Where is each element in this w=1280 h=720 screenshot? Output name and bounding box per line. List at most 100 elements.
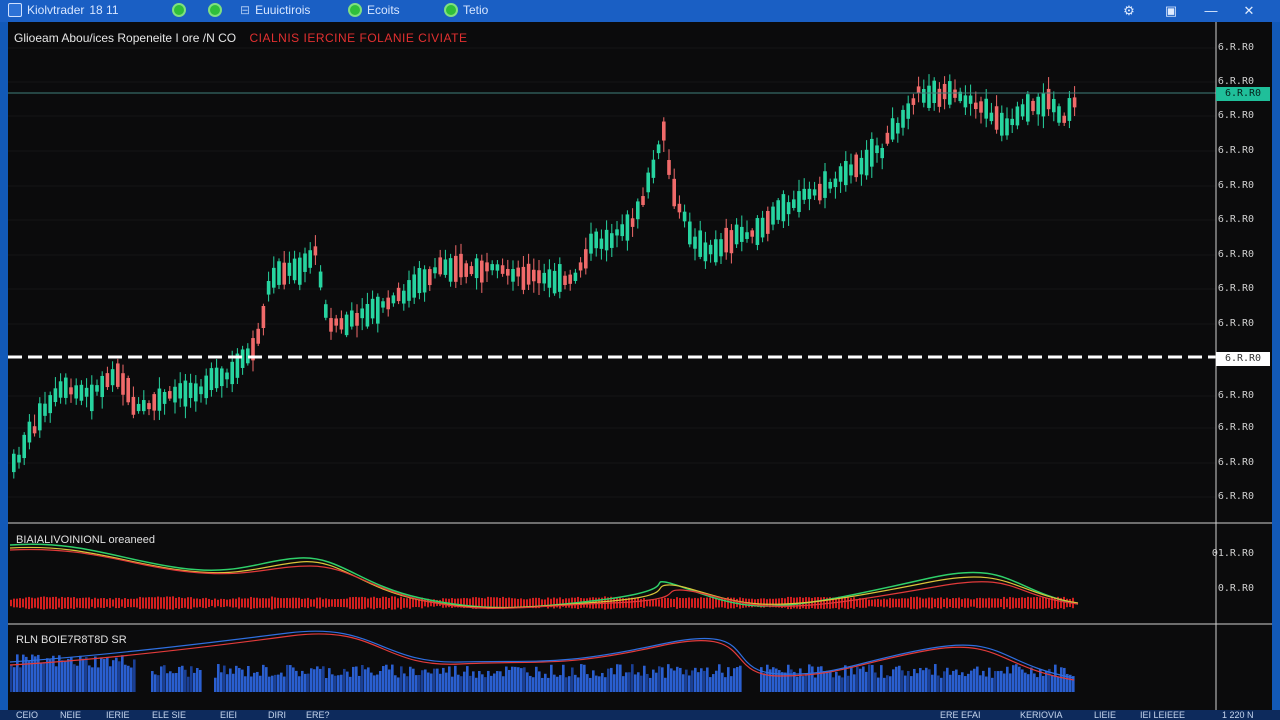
histogram-bar: [823, 597, 825, 609]
histogram-bar: [397, 598, 399, 608]
candle-body: [1015, 106, 1020, 126]
volume-bar: [1015, 664, 1018, 692]
volume-bar: [859, 668, 862, 692]
volume-bar: [28, 661, 31, 692]
volume-bar: [961, 672, 964, 692]
price-axis-label: 6.R.R0: [1217, 76, 1254, 87]
histogram-bar: [943, 598, 945, 608]
histogram-bar: [739, 597, 741, 609]
volume-bar: [106, 657, 109, 692]
price-axis-label: 6.R.R0: [1217, 42, 1254, 53]
candle-body: [625, 214, 630, 241]
volume-bar: [448, 666, 451, 692]
histogram-bar: [283, 598, 285, 608]
histogram-bar: [79, 598, 81, 608]
candle-body: [729, 230, 734, 254]
volume-bar: [433, 668, 436, 692]
volume-bar: [925, 667, 928, 692]
volume-bar: [547, 677, 550, 692]
histogram-bar: [1048, 598, 1050, 608]
histogram-bar: [643, 598, 645, 608]
volume-bar: [439, 673, 442, 692]
histogram-bar: [811, 597, 813, 609]
histogram-bar: [19, 598, 21, 608]
histogram-bar: [229, 599, 231, 607]
candle-body: [448, 258, 453, 282]
histogram-bar: [346, 598, 348, 608]
candle-body: [282, 262, 286, 285]
histogram-bar: [208, 598, 210, 608]
volume-bar: [928, 669, 931, 692]
candle-body: [485, 262, 489, 272]
volume-bar: [517, 667, 520, 692]
histogram-bar: [706, 597, 708, 609]
volume-bar: [16, 654, 19, 692]
candle-body: [802, 188, 806, 200]
volume-bar: [1057, 676, 1060, 692]
histogram-bar: [1021, 597, 1023, 609]
candle-body: [568, 274, 572, 284]
volume-bar: [1012, 665, 1015, 692]
volume-bar: [1060, 667, 1063, 692]
time-label: EIEI: [220, 710, 238, 720]
histogram-bar: [412, 598, 414, 608]
candle-body: [672, 178, 676, 207]
histogram-bar: [325, 598, 327, 608]
chart-canvas[interactable]: [0, 0, 1280, 720]
histogram-bar: [655, 599, 657, 607]
candle-body: [365, 303, 370, 327]
histogram-bar: [379, 598, 381, 608]
volume-bar: [226, 674, 229, 692]
volume-bar: [445, 672, 448, 692]
volume-bar: [724, 677, 727, 692]
volume-bar: [943, 671, 946, 692]
candle-body: [396, 287, 401, 302]
candle-body: [209, 368, 214, 391]
volume-bar: [67, 658, 70, 692]
histogram-bar: [1003, 596, 1005, 610]
candle-body: [916, 86, 921, 93]
volume-bar: [997, 671, 1000, 692]
volume-bar: [871, 664, 874, 692]
histogram-bar: [985, 598, 987, 608]
histogram-bar: [898, 598, 900, 608]
volume-bar: [214, 677, 217, 692]
histogram-bar: [268, 598, 270, 608]
candle-body: [766, 210, 770, 234]
histogram-bar: [295, 597, 297, 609]
volume-bar: [409, 666, 412, 692]
candle-body: [188, 382, 193, 398]
volume-bar: [187, 676, 190, 692]
histogram-bar: [61, 596, 63, 610]
histogram-bar: [937, 597, 939, 609]
volume-bar: [49, 659, 52, 692]
volume-bar: [109, 666, 112, 692]
symbol-title: Glioeam Abou/ices Ropeneite I ore /N CO …: [14, 31, 467, 45]
histogram-bar: [250, 596, 252, 610]
candle-body: [682, 211, 687, 222]
histogram-bar: [415, 599, 417, 607]
histogram-bar: [559, 597, 561, 609]
volume-bar: [412, 668, 415, 692]
candle-body: [32, 426, 37, 434]
candle-body: [360, 308, 364, 319]
volume-bar: [223, 665, 226, 692]
candle-body: [428, 269, 432, 286]
histogram-bar: [913, 597, 915, 609]
candle-body: [942, 83, 947, 100]
candle-body: [230, 361, 234, 385]
histogram-bar: [520, 598, 522, 608]
volume-bar: [736, 667, 739, 692]
price-axis-label: 6.R.R0: [1217, 283, 1254, 294]
candle-body: [994, 106, 999, 130]
histogram-bar: [637, 598, 639, 608]
volume-bar: [298, 676, 301, 692]
volume-bar: [514, 666, 517, 692]
volume-bar: [256, 671, 259, 692]
candle-body: [334, 318, 338, 326]
volume-bar: [1009, 673, 1012, 692]
histogram-bar: [46, 597, 48, 609]
histogram-bar: [676, 597, 678, 609]
volume-bar: [292, 667, 295, 692]
candle-body: [740, 226, 744, 242]
